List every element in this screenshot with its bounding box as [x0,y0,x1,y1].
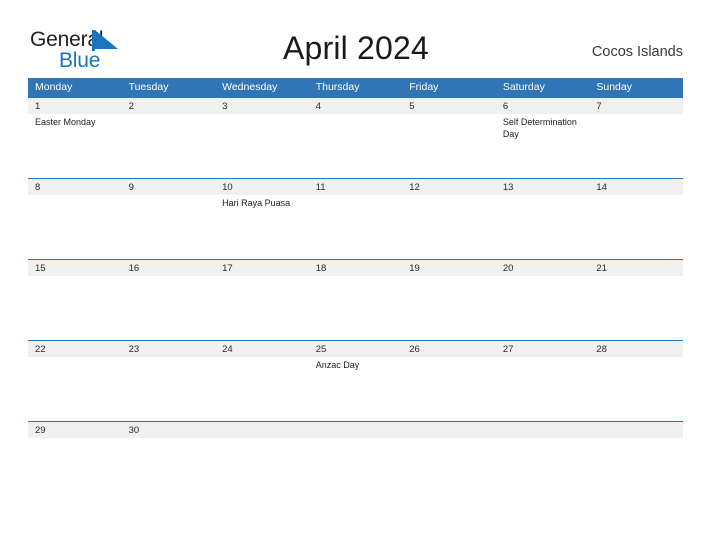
day-event [28,195,122,259]
day-number[interactable]: 1 [28,98,122,114]
day-event [122,195,216,259]
day-number[interactable]: 27 [496,341,590,357]
weekday-header-wednesday: Wednesday [222,81,278,93]
day-number[interactable]: 11 [309,179,403,195]
day-number[interactable]: 6 [496,98,590,114]
calendar-grid: Monday Tuesday Wednesday Thursday Friday… [28,78,683,502]
day-number-band: 15 16 17 18 19 20 21 [28,260,683,276]
day-number[interactable]: 20 [496,260,590,276]
day-event-band [28,276,683,340]
day-event-band: Anzac Day [28,357,683,421]
day-event [496,357,590,421]
day-event [589,438,683,502]
day-event [309,195,403,259]
day-event-band [28,438,683,502]
page-header: General Blue April 2024 Cocos Islands [0,0,712,78]
day-number[interactable]: 14 [589,179,683,195]
day-event [309,276,403,340]
day-event [402,438,496,502]
day-number[interactable]: 23 [122,341,216,357]
weekday-header-friday: Friday [409,81,439,93]
day-event [589,195,683,259]
day-event: Hari Raya Puasa [222,198,291,208]
day-event [122,357,216,421]
day-number[interactable]: 3 [215,98,309,114]
weekday-header-monday: Monday [35,81,73,93]
day-event [496,276,590,340]
day-number[interactable]: 19 [402,260,496,276]
day-number[interactable]: 30 [122,422,216,438]
day-event [122,276,216,340]
day-number [215,422,309,438]
week-row: 22 23 24 25 26 27 28 Anzac Day [28,340,683,421]
day-number[interactable]: 8 [28,179,122,195]
day-event: Self Determination Day [502,117,577,139]
week-row: 29 30 [28,421,683,502]
weekday-header-sunday: Sunday [596,81,632,93]
day-number [309,422,403,438]
day-number [402,422,496,438]
day-event-band: Easter Monday Self Determination Day [28,114,683,178]
day-number[interactable]: 12 [402,179,496,195]
day-event-band: Hari Raya Puasa [28,195,683,259]
weekday-header-row: Monday Tuesday Wednesday Thursday Friday… [28,78,683,97]
day-event [589,357,683,421]
day-event: Anzac Day [315,360,360,370]
weekday-header-tuesday: Tuesday [128,81,169,93]
day-event [215,357,309,421]
day-number[interactable]: 26 [402,341,496,357]
day-number[interactable]: 18 [309,260,403,276]
day-number[interactable]: 29 [28,422,122,438]
day-event: Easter Monday [35,117,96,127]
day-event [589,276,683,340]
week-row: 15 16 17 18 19 20 21 [28,259,683,340]
region-label: Cocos Islands [591,44,683,60]
day-number[interactable]: 4 [309,98,403,114]
day-event [496,438,590,502]
day-event [215,114,309,178]
day-event [309,114,403,178]
day-number[interactable]: 5 [402,98,496,114]
day-event [402,276,496,340]
day-number[interactable]: 9 [122,179,216,195]
day-number[interactable]: 22 [28,341,122,357]
day-number[interactable]: 13 [496,179,590,195]
day-number[interactable]: 28 [589,341,683,357]
day-number-band: 29 30 [28,422,683,438]
day-number[interactable]: 10 [215,179,309,195]
week-row: 8 9 10 11 12 13 14 Hari Raya Puasa [28,178,683,259]
weekday-header-saturday: Saturday [502,81,545,93]
day-event [496,195,590,259]
day-event [215,438,309,502]
day-event [28,357,122,421]
day-number[interactable]: 24 [215,341,309,357]
day-number [589,422,683,438]
day-event [402,357,496,421]
day-number[interactable]: 17 [215,260,309,276]
day-event [215,276,309,340]
day-event [402,195,496,259]
day-event [122,438,216,502]
day-number-band: 1 2 3 4 5 6 7 [28,98,683,114]
day-event [122,114,216,178]
day-number[interactable]: 2 [122,98,216,114]
day-number[interactable]: 15 [28,260,122,276]
day-event [309,438,403,502]
day-number-band: 8 9 10 11 12 13 14 [28,179,683,195]
day-number[interactable]: 16 [122,260,216,276]
calendar-page: General Blue April 2024 Cocos Islands Mo… [0,0,712,550]
week-row: 1 2 3 4 5 6 7 Easter Monday Self Determi… [28,97,683,178]
day-number [496,422,590,438]
day-event [589,114,683,178]
day-number[interactable]: 7 [589,98,683,114]
day-event [28,276,122,340]
day-event [402,114,496,178]
day-number[interactable]: 25 [309,341,403,357]
day-number[interactable]: 21 [589,260,683,276]
weekday-header-thursday: Thursday [315,81,360,93]
day-event [28,438,122,502]
day-number-band: 22 23 24 25 26 27 28 [28,341,683,357]
